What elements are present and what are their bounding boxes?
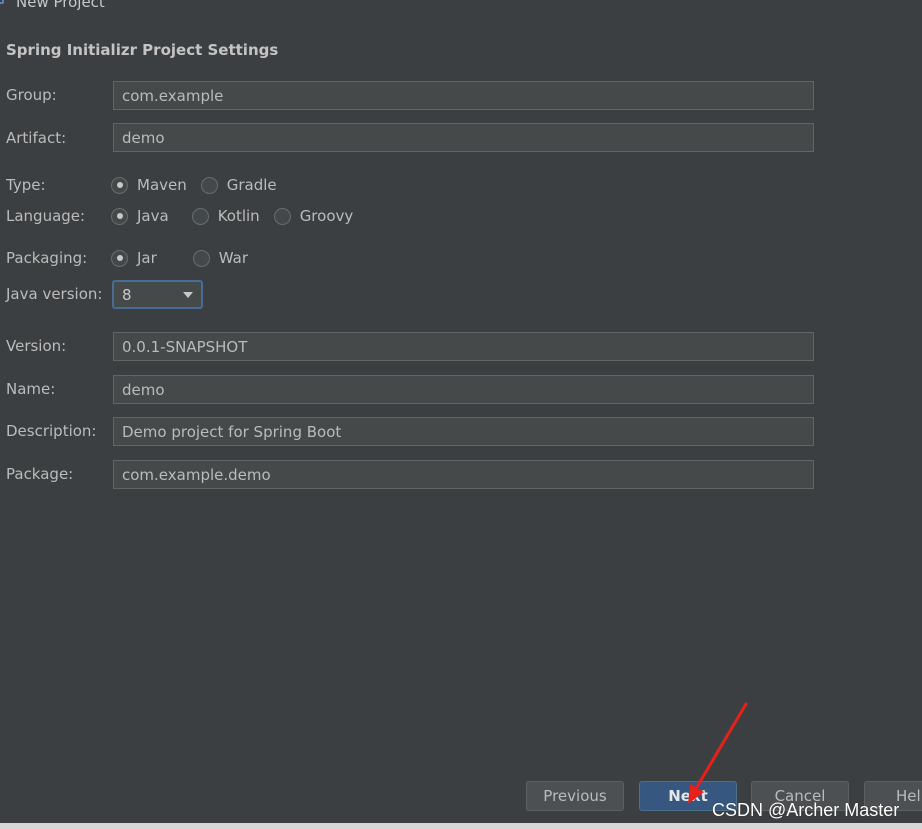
package-label: Package: <box>6 465 74 483</box>
radio-unchecked-icon <box>191 207 209 225</box>
radio-label: Groovy <box>299 207 354 225</box>
package-field[interactable] <box>113 460 814 489</box>
artifact-label: Artifact: <box>6 129 67 147</box>
radio-label: Kotlin <box>217 207 260 225</box>
radio-checked-icon <box>111 207 128 225</box>
radio-label: Jar <box>137 249 157 267</box>
project-icon <box>0 0 4 4</box>
type-option-maven[interactable]: Maven <box>111 176 187 194</box>
java-version-value: 8 <box>122 285 132 304</box>
java-version-label: Java version: <box>6 285 103 303</box>
version-field[interactable] <box>113 332 814 361</box>
packaging-option-war[interactable]: War <box>192 249 249 267</box>
watermark: CSDN @Archer Master <box>712 800 900 820</box>
artifact-field[interactable] <box>113 123 814 152</box>
packaging-label: Packaging: <box>6 249 88 267</box>
type-label: Type: <box>6 176 46 194</box>
radio-label: War <box>218 249 249 267</box>
radio-unchecked-icon <box>273 207 291 225</box>
type-radio-group: Maven Gradle <box>111 174 291 196</box>
new-project-dialog: New Project Spring Initializr Project Se… <box>0 0 922 829</box>
name-field[interactable] <box>113 375 814 404</box>
description-label: Description: <box>6 422 97 440</box>
radio-checked-icon <box>111 176 128 194</box>
group-field[interactable] <box>113 81 814 110</box>
language-option-groovy[interactable]: Groovy <box>273 207 354 225</box>
version-label: Version: <box>6 337 67 355</box>
bottom-strip <box>0 823 922 829</box>
radio-unchecked-icon <box>192 249 210 267</box>
chevron-down-icon <box>183 292 193 298</box>
red-arrow-icon <box>688 702 748 804</box>
language-radio-group: Java Kotlin Groovy <box>111 205 367 227</box>
java-version-select[interactable]: 8 <box>112 280 203 309</box>
window-title: New Project <box>16 0 105 11</box>
language-label: Language: <box>6 207 86 225</box>
radio-unchecked-icon <box>200 176 218 194</box>
packaging-option-jar[interactable]: Jar <box>111 249 179 267</box>
language-option-java[interactable]: Java <box>111 207 178 225</box>
help-button-label: Help <box>896 787 922 805</box>
radio-checked-icon <box>111 249 128 267</box>
radio-label: Maven <box>137 176 187 194</box>
group-label: Group: <box>6 86 57 104</box>
radio-label: Java <box>137 207 169 225</box>
name-label: Name: <box>6 380 56 398</box>
previous-button[interactable]: Previous <box>526 781 624 811</box>
type-option-gradle[interactable]: Gradle <box>200 176 277 194</box>
radio-label: Gradle <box>226 176 277 194</box>
packaging-radio-group: Jar War <box>111 247 262 269</box>
language-option-kotlin[interactable]: Kotlin <box>191 207 260 225</box>
description-field[interactable] <box>113 417 814 446</box>
section-heading: Spring Initializr Project Settings <box>6 41 279 59</box>
